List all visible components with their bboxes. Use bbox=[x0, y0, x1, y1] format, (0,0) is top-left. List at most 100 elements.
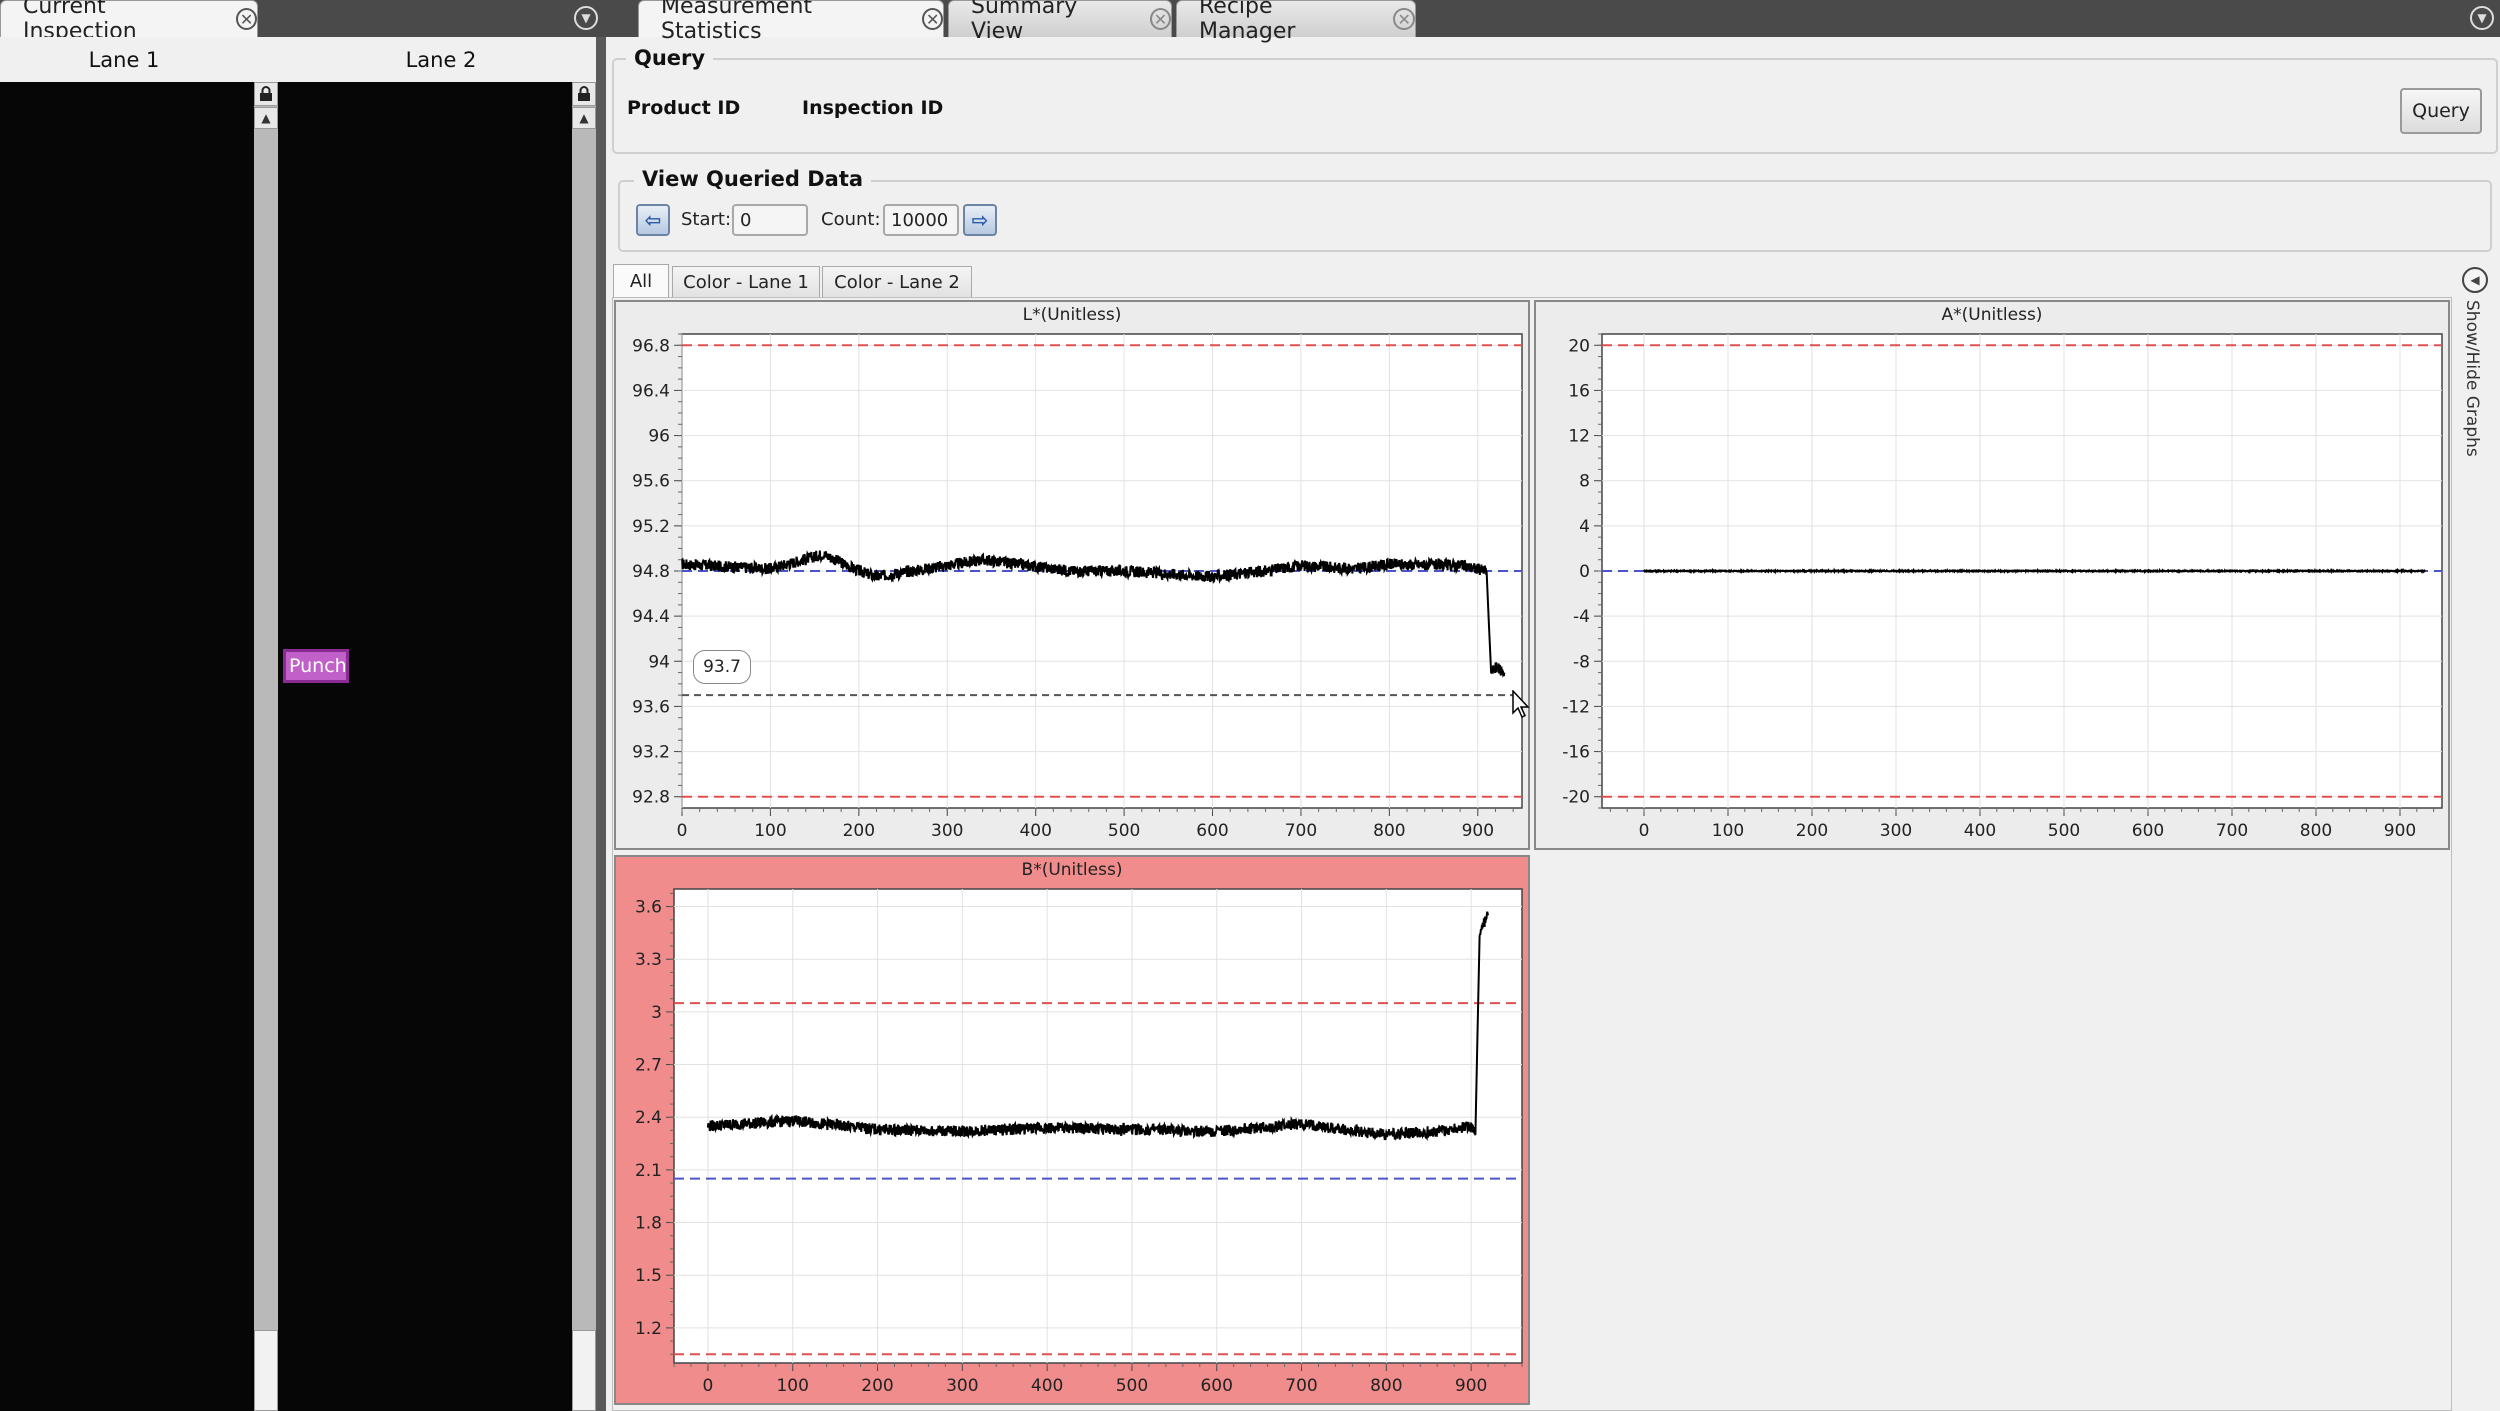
chevron-down-icon[interactable]: ▼ bbox=[2470, 6, 2494, 30]
series-line bbox=[1643, 567, 2426, 575]
x-tick-label: 500 bbox=[1108, 821, 1140, 841]
close-icon[interactable]: ✕ bbox=[1149, 8, 1171, 30]
chart-l[interactable]: 0 100 200 300 400 500 600 700 800 900 92.8 93.2 93.6… bbox=[616, 330, 1528, 848]
mouse-cursor-icon bbox=[1512, 689, 1530, 722]
y-tick-label: 96 bbox=[648, 427, 670, 447]
x-tick-label: 100 bbox=[754, 821, 786, 841]
x-tick-label: 500 bbox=[1116, 1376, 1148, 1396]
x-tick-label: 100 bbox=[776, 1376, 808, 1396]
lane-1-scrollbar[interactable] bbox=[254, 82, 278, 1411]
next-page-button[interactable]: ⇨ bbox=[963, 204, 997, 236]
close-icon[interactable]: ✕ bbox=[1393, 8, 1415, 30]
x-tick-label: 800 bbox=[1370, 1376, 1402, 1396]
chart-panel-l: L*(Unitless) 0 100 200 300 400 500 600 700 800 90… bbox=[614, 300, 1530, 850]
lane-1-header: Lane 1 bbox=[0, 37, 248, 82]
lane-2-view bbox=[278, 82, 572, 1411]
y-tick-label: 1.8 bbox=[635, 1214, 662, 1234]
chart-a[interactable]: 0 100 200 300 400 500 600 700 800 900-20-16-12-8-… bbox=[1536, 330, 2448, 848]
y-tick-label: 94.8 bbox=[632, 562, 670, 582]
y-tick-label: 12 bbox=[1568, 427, 1590, 447]
punch-label[interactable]: Punch bbox=[283, 649, 349, 683]
y-tick-label: -12 bbox=[1562, 697, 1590, 717]
x-tick-label: 900 bbox=[2384, 821, 2416, 841]
x-tick-label: 500 bbox=[2048, 821, 2080, 841]
show-hide-graphs-label[interactable]: Show/Hide Graphs bbox=[2462, 300, 2482, 457]
x-tick-label: 300 bbox=[946, 1376, 978, 1396]
lock-icon[interactable] bbox=[254, 82, 278, 106]
x-tick-label: 800 bbox=[2300, 821, 2332, 841]
x-tick-label: 0 bbox=[677, 821, 688, 841]
chart-panel-a: A*(Unitless) 0 100 200 300 400 500 600 700 800 90… bbox=[1534, 300, 2450, 850]
y-tick-label: 1.5 bbox=[635, 1266, 662, 1286]
arrow-right-icon: ⇨ bbox=[971, 208, 989, 232]
x-tick-label: 400 bbox=[1031, 1376, 1063, 1396]
chart-title: A*(Unitless) bbox=[1941, 305, 2043, 325]
y-tick-label: 8 bbox=[1579, 472, 1590, 492]
inspection-id-label: Inspection ID bbox=[802, 97, 944, 119]
product-id-label: Product ID bbox=[627, 97, 741, 119]
subtab-color-lane-1[interactable]: Color - Lane 1 bbox=[672, 266, 820, 297]
close-icon[interactable]: ✕ bbox=[922, 8, 943, 30]
x-tick-label: 300 bbox=[931, 821, 963, 841]
tab-label: Measurement Statistics bbox=[661, 0, 813, 44]
x-tick-label: 700 bbox=[1285, 821, 1317, 841]
chevron-down-icon[interactable]: ▼ bbox=[574, 6, 598, 30]
chevron-left-icon[interactable]: ◀ bbox=[2462, 267, 2488, 293]
x-tick-label: 700 bbox=[1285, 1376, 1317, 1396]
tab-measurement-statistics[interactable]: Measurement Statistics ✕ bbox=[638, 0, 944, 44]
y-tick-label: 4 bbox=[1579, 517, 1590, 537]
tab-summary-view[interactable]: Summary View ✕ bbox=[948, 0, 1172, 44]
x-tick-label: 200 bbox=[1796, 821, 1828, 841]
x-tick-label: 900 bbox=[1455, 1376, 1487, 1396]
y-tick-label: -4 bbox=[1573, 607, 1590, 627]
tab-label: Recipe Manager bbox=[1199, 0, 1296, 44]
x-tick-label: 600 bbox=[1196, 821, 1228, 841]
x-tick-label: 0 bbox=[1639, 821, 1650, 841]
subtab-all[interactable]: All bbox=[613, 264, 669, 297]
x-tick-label: 900 bbox=[1462, 821, 1494, 841]
y-tick-label: 20 bbox=[1568, 336, 1590, 356]
x-tick-label: 300 bbox=[1880, 821, 1912, 841]
query-button[interactable]: Query bbox=[2400, 88, 2482, 134]
x-tick-label: 800 bbox=[1373, 821, 1405, 841]
lane-2-header: Lane 2 bbox=[282, 37, 600, 82]
x-tick-label: 600 bbox=[2132, 821, 2164, 841]
y-tick-label: -8 bbox=[1573, 652, 1590, 672]
y-tick-label: 3.3 bbox=[635, 950, 662, 970]
y-tick-label: 3.6 bbox=[635, 898, 662, 918]
subtab-color-lane-2[interactable]: Color - Lane 2 bbox=[822, 266, 972, 297]
chart-b[interactable]: 0 100 200 300 400 500 600 700 800 900 1.2 1.5 1.8 2.1… bbox=[616, 885, 1528, 1403]
close-icon[interactable]: ✕ bbox=[236, 8, 257, 30]
x-tick-label: 200 bbox=[861, 1376, 893, 1396]
x-tick-label: 200 bbox=[843, 821, 875, 841]
x-tick-label: 0 bbox=[703, 1376, 714, 1396]
x-tick-label: 100 bbox=[1712, 821, 1744, 841]
scroll-up-icon[interactable]: ▲ bbox=[254, 107, 278, 129]
lane-1-view bbox=[0, 82, 254, 1411]
x-tick-label: 400 bbox=[1019, 821, 1051, 841]
chart-title: L*(Unitless) bbox=[1022, 305, 1122, 325]
count-label: Count: bbox=[821, 209, 881, 230]
scroll-thumb[interactable] bbox=[572, 1330, 596, 1411]
previous-page-button[interactable]: ⇦ bbox=[636, 204, 670, 236]
y-tick-label: 2.4 bbox=[635, 1108, 662, 1128]
y-tick-label: 93.6 bbox=[632, 697, 670, 717]
y-tick-label: 96.8 bbox=[632, 336, 670, 356]
scroll-up-icon[interactable]: ▲ bbox=[572, 107, 596, 129]
y-tick-label: 96.4 bbox=[632, 381, 670, 401]
tab-label: Summary View bbox=[971, 0, 1078, 44]
count-input[interactable]: 10000 bbox=[883, 204, 959, 236]
y-tick-label: -16 bbox=[1562, 743, 1590, 763]
y-tick-label: 0 bbox=[1579, 562, 1590, 582]
y-tick-label: 3 bbox=[651, 1003, 662, 1023]
scroll-thumb[interactable] bbox=[254, 1330, 278, 1411]
panel-splitter[interactable] bbox=[596, 37, 606, 1411]
x-tick-label: 400 bbox=[1964, 821, 1996, 841]
tab-current-inspection[interactable]: Current Inspection ✕ bbox=[0, 0, 258, 44]
tab-recipe-manager[interactable]: Recipe Manager ✕ bbox=[1176, 0, 1416, 44]
y-tick-label: 1.2 bbox=[635, 1319, 662, 1339]
chart-title: B*(Unitless) bbox=[1021, 860, 1123, 880]
start-input[interactable]: 0 bbox=[732, 204, 808, 236]
lane-2-scrollbar[interactable] bbox=[572, 82, 596, 1411]
lock-icon[interactable] bbox=[572, 82, 596, 106]
